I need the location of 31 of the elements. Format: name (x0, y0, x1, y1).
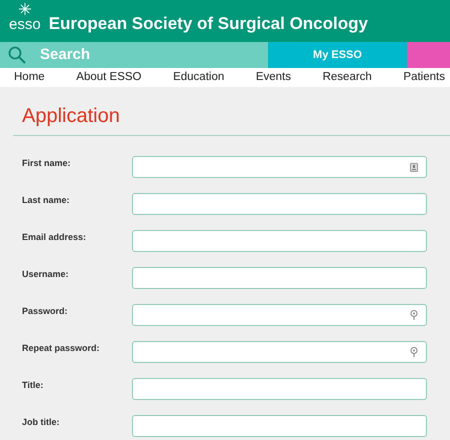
page-heading: Application (22, 104, 121, 129)
field-label: Repeat password: (22, 342, 101, 355)
nav-link[interactable]: Education (173, 68, 224, 86)
menu-tab[interactable] (407, 42, 450, 68)
logo-text[interactable]: esso (9, 17, 41, 32)
input-field[interactable] (132, 341, 427, 363)
input-field[interactable] (132, 156, 427, 178)
field-label: Last name: (22, 194, 71, 207)
field-label: Password: (22, 305, 69, 318)
field-label: Email address: (22, 231, 88, 244)
input-field[interactable] (132, 415, 427, 437)
nav-link[interactable]: Research (322, 68, 372, 86)
field-label: Job title: (22, 416, 60, 429)
field-label: Username: (22, 268, 70, 281)
search-field[interactable]: Search (0, 42, 268, 68)
nav-link[interactable]: Events (256, 68, 292, 86)
field-label: First name: (22, 157, 72, 170)
nav-link[interactable]: About ESSO (76, 68, 142, 86)
input-field[interactable] (132, 230, 427, 252)
input-field[interactable] (132, 378, 427, 400)
input-field[interactable] (132, 193, 427, 215)
field-label: Title: (22, 379, 44, 392)
contact-card-icon[interactable] (410, 162, 418, 172)
nav-link[interactable]: Home (14, 68, 45, 86)
search-input[interactable]: Search (40, 44, 240, 66)
search-icon (8, 46, 26, 64)
nav-link[interactable]: Patients (403, 68, 445, 86)
input-field[interactable] (132, 267, 427, 289)
input-field[interactable] (132, 304, 427, 326)
starburst-icon (18, 3, 31, 15)
site-title: European Society of Surgical Oncology (48, 15, 368, 32)
